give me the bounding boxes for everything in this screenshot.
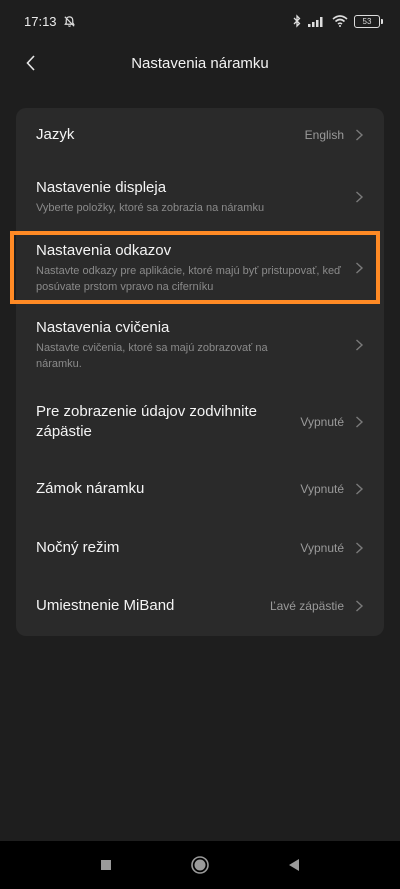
setting-title: Nastavenia odkazov bbox=[36, 242, 172, 259]
circle-icon bbox=[191, 856, 209, 874]
settings-card: Jazyk English Nastavenie displeja Vybert… bbox=[16, 108, 384, 636]
chevron-right-icon bbox=[356, 129, 364, 141]
top-bar: Nastavenia náramku bbox=[0, 42, 400, 84]
setting-title: Jazyk bbox=[36, 126, 75, 143]
back-button[interactable] bbox=[18, 50, 44, 76]
setting-title: Umiestnenie MiBand bbox=[36, 597, 175, 614]
setting-title: Pre zobrazenie údajov zodvihnite zápästi… bbox=[36, 403, 257, 440]
battery-icon: 53 bbox=[354, 14, 383, 28]
battery-level: 53 bbox=[362, 16, 372, 26]
wifi-icon bbox=[332, 15, 348, 27]
setting-title: Nočný režim bbox=[36, 539, 120, 556]
setting-title: Nastavenia cvičenia bbox=[36, 319, 170, 336]
triangle-back-icon bbox=[289, 859, 299, 871]
setting-value: English bbox=[304, 128, 344, 142]
setting-workout[interactable]: Nastavenia cvičenia Nastavte cvičenia, k… bbox=[16, 304, 384, 386]
chevron-right-icon bbox=[356, 542, 364, 554]
chevron-right-icon bbox=[356, 339, 364, 351]
bell-off-icon bbox=[63, 15, 75, 27]
setting-shortcuts[interactable]: Nastavenia odkazov Nastavte odkazy pre a… bbox=[16, 232, 384, 304]
setting-subtitle: Nastavte cvičenia, ktoré sa majú zobrazo… bbox=[36, 342, 268, 370]
setting-lock[interactable]: Zámok náramku Vypnuté bbox=[16, 458, 384, 520]
setting-value: Vypnuté bbox=[300, 541, 344, 555]
setting-display[interactable]: Nastavenie displeja Vyberte položky, kto… bbox=[16, 162, 384, 232]
setting-title: Zámok náramku bbox=[36, 480, 145, 497]
setting-subtitle: Vyberte položky, ktoré sa zobrazia na ná… bbox=[36, 202, 265, 214]
page-title: Nastavenia náramku bbox=[131, 54, 269, 72]
setting-raise-wrist[interactable]: Pre zobrazenie údajov zodvihnite zápästi… bbox=[16, 386, 384, 458]
clock: 17:13 bbox=[24, 13, 57, 29]
chevron-right-icon bbox=[356, 191, 364, 203]
chevron-right-icon bbox=[356, 416, 364, 428]
chevron-right-icon bbox=[356, 600, 364, 612]
setting-placement[interactable]: Umiestnenie MiBand Ľavé zápästie bbox=[16, 576, 384, 636]
chevron-right-icon bbox=[356, 262, 364, 274]
square-icon bbox=[101, 860, 111, 870]
setting-value: Vypnuté bbox=[300, 482, 344, 496]
setting-night-mode[interactable]: Nočný režim Vypnuté bbox=[16, 520, 384, 576]
nav-bar bbox=[0, 841, 400, 889]
status-bar: 17:13 53 bbox=[0, 0, 400, 42]
setting-language[interactable]: Jazyk English bbox=[16, 108, 384, 162]
back-nav-button[interactable] bbox=[283, 854, 305, 876]
chevron-right-icon bbox=[356, 483, 364, 495]
setting-title: Nastavenie displeja bbox=[36, 179, 167, 196]
setting-value: Vypnuté bbox=[300, 415, 344, 429]
setting-value: Ľavé zápästie bbox=[269, 599, 344, 613]
signal-icon bbox=[308, 17, 323, 27]
setting-subtitle: Nastavte odkazy pre aplikácie, ktoré maj… bbox=[36, 265, 341, 293]
bluetooth-icon bbox=[293, 14, 301, 28]
chevron-left-icon bbox=[26, 55, 35, 71]
recents-button[interactable] bbox=[95, 854, 117, 876]
home-button[interactable] bbox=[189, 854, 211, 876]
